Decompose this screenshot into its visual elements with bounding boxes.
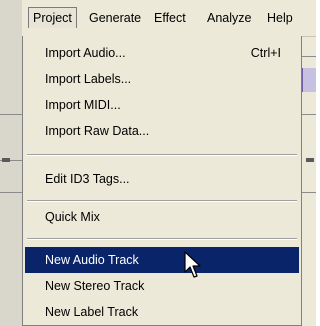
track-area-edge [302, 68, 316, 92]
menu-item-new-audio-track[interactable]: New Audio Track [25, 247, 299, 273]
menu-help[interactable]: Help [263, 8, 297, 28]
menu-item-label: Quick Mix [45, 210, 100, 224]
menu-item-new-label-track[interactable]: New Label Track [25, 299, 299, 325]
menu-item-edit-id3-tags[interactable]: Edit ID3 Tags... [25, 166, 299, 192]
menu-item-label: Import Labels... [45, 72, 132, 86]
ruler-mark [2, 158, 10, 162]
menu-item-new-stereo-track[interactable]: New Stereo Track [25, 273, 299, 299]
menu-item-import-labels[interactable]: Import Labels... [25, 66, 299, 92]
menu-item-label: New Label Track [45, 305, 139, 319]
divider [0, 114, 22, 115]
menu-item-import-raw-data[interactable]: Import Raw Data... [25, 118, 299, 144]
menu-separator [27, 238, 297, 240]
menu-separator [27, 154, 297, 156]
menu-item-label: Import Raw Data... [45, 124, 150, 138]
divider [302, 114, 316, 115]
menu-item-quick-mix[interactable]: Quick Mix [25, 204, 299, 230]
menu-item-label: New Audio Track [45, 253, 139, 267]
divider [302, 192, 316, 193]
menu-item-label: Import MIDI... [45, 98, 121, 112]
project-menu-dropdown: Import Audio... Ctrl+I Import Labels... … [22, 36, 302, 326]
menu-project[interactable]: Project [28, 7, 77, 28]
app-left-edge [0, 36, 22, 326]
menu-item-shortcut: Ctrl+I [250, 46, 281, 60]
divider [0, 192, 22, 193]
menu-generate[interactable]: Generate [85, 8, 145, 28]
menu-effect[interactable]: Effect [150, 8, 190, 28]
menu-separator [27, 200, 297, 202]
menu-bar: Project Generate Effect Analyze Help [22, 0, 316, 37]
screenshot-stage: Project Generate Effect Analyze Help Imp… [0, 0, 316, 326]
menu-item-label: Import Audio... [45, 46, 126, 60]
mouse-pointer-icon [184, 251, 201, 278]
ruler-mark [306, 158, 314, 162]
menu-item-import-audio[interactable]: Import Audio... Ctrl+I [25, 40, 299, 66]
divider [302, 56, 316, 57]
menu-item-label: Edit ID3 Tags... [45, 172, 130, 186]
menu-item-import-midi[interactable]: Import MIDI... [25, 92, 299, 118]
menu-item-label: New Stereo Track [45, 279, 145, 293]
menu-analyze[interactable]: Analyze [203, 8, 255, 28]
